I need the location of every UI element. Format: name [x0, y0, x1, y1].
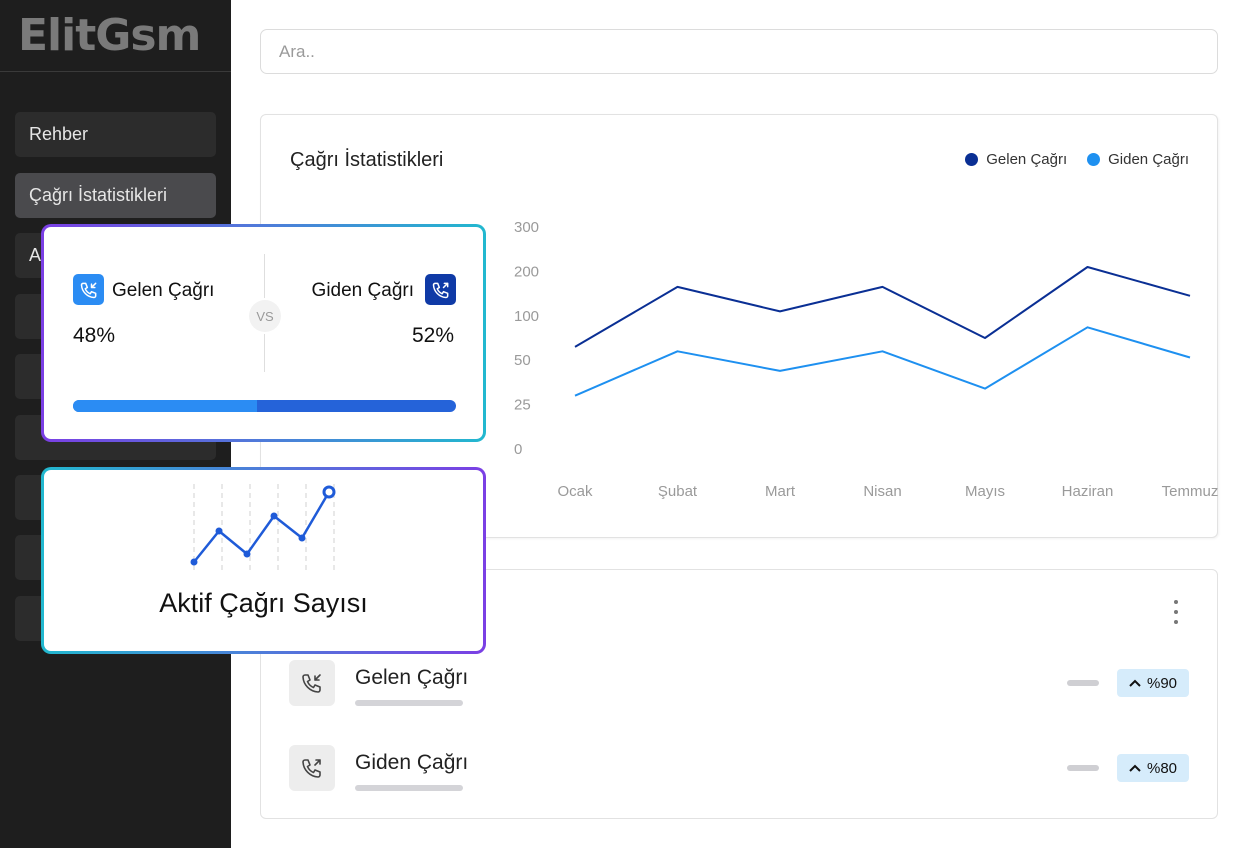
y-tick-label: 25	[514, 397, 531, 414]
comparison-progress-bar	[73, 400, 456, 412]
active-calls-card: Aktif Çağrı Sayısı	[41, 467, 486, 654]
row-pill-placeholder	[1067, 765, 1099, 771]
y-tick-label: 0	[514, 441, 522, 458]
y-tick-label: 50	[514, 352, 531, 369]
app-root: ElitGsm Rehber Çağrı İstatistikleri A Ça…	[0, 0, 1248, 848]
row-label: Gelen Çağrı	[355, 666, 469, 689]
y-tick-label: 300	[514, 219, 539, 236]
x-tick-label: Haziran	[1062, 483, 1114, 500]
series-line-gelen	[574, 266, 1191, 348]
badge-value: %90	[1146, 674, 1178, 692]
active-calls-inner: Aktif Çağrı Sayısı	[44, 470, 483, 651]
progress-fill	[73, 400, 257, 412]
sidebar-item-cagri-istatistikleri[interactable]: Çağrı İstatistikleri	[15, 173, 216, 218]
incoming-call-icon	[73, 274, 104, 305]
sidebar-item-label: Rehber	[29, 124, 89, 144]
row-progress-placeholder	[355, 700, 463, 706]
logo: ElitGsm	[0, 0, 231, 72]
incoming-call-icon	[289, 660, 335, 706]
sidebar-item-label: Çağrı İstatistikleri	[29, 185, 168, 205]
x-tick-label: Ocak	[557, 483, 593, 500]
percent-badge: %90	[1117, 669, 1189, 697]
badge-value: %80	[1146, 759, 1178, 777]
x-tick-label: Şubat	[658, 483, 698, 500]
incoming-label: Gelen Çağrı	[112, 280, 215, 301]
outgoing-call-icon	[425, 274, 456, 305]
chevron-up-icon	[1129, 764, 1141, 772]
call-comparison-card: Gelen Çağrı 48% VS Giden Çağrı 52%	[41, 224, 486, 442]
y-tick-label: 200	[514, 263, 539, 280]
more-options-icon[interactable]	[1173, 600, 1179, 624]
sidebar-item-label: A	[29, 245, 42, 265]
row-pill-placeholder	[1067, 680, 1099, 686]
row-label: Giden Çağrı	[355, 751, 469, 774]
divider	[264, 334, 265, 372]
chevron-up-icon	[1129, 679, 1141, 687]
series-line-giden	[574, 326, 1191, 397]
y-tick-label: 100	[514, 308, 539, 325]
outgoing-call-icon	[289, 745, 335, 791]
outgoing-percent: 52%	[411, 324, 454, 347]
sparkline-icon	[190, 484, 336, 570]
active-calls-title: Aktif Çağrı Sayısı	[159, 588, 368, 618]
incoming-percent: 48%	[73, 324, 116, 347]
vs-badge: VS	[249, 300, 281, 332]
sidebar-item-rehber[interactable]: Rehber	[15, 112, 216, 157]
percent-badge: %80	[1117, 754, 1189, 782]
list-item[interactable]: Gelen Çağrı %90	[289, 660, 1189, 710]
outgoing-label: Giden Çağrı	[311, 280, 414, 301]
logo-text: ElitGsm	[18, 10, 201, 61]
x-tick-label: Mayıs	[965, 483, 1005, 500]
divider	[264, 254, 265, 298]
call-comparison-inner: Gelen Çağrı 48% VS Giden Çağrı 52%	[44, 227, 483, 439]
x-tick-label: Nisan	[863, 483, 901, 500]
list-item[interactable]: Giden Çağrı %80	[289, 745, 1189, 795]
x-tick-label: Temmuz	[1162, 483, 1219, 500]
row-progress-placeholder	[355, 785, 463, 791]
search-input[interactable]	[260, 29, 1218, 74]
x-tick-label: Mart	[765, 483, 796, 500]
